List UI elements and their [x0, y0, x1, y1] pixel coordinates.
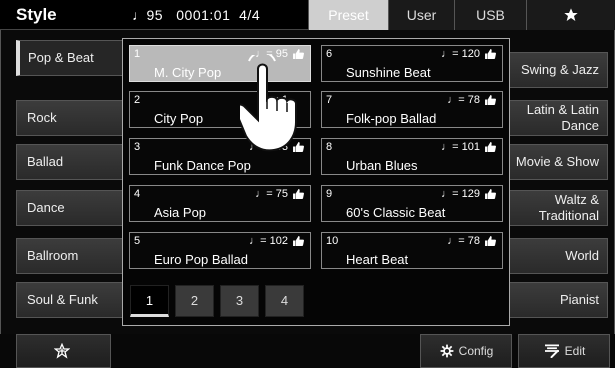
pointing-hand-icon [240, 55, 297, 152]
config-label: Config [458, 344, 494, 358]
add-favorite-button[interactable] [16, 334, 111, 368]
edit-button[interactable]: Edit [518, 334, 610, 368]
thumb-up-icon [485, 95, 496, 105]
category-pop-beat[interactable]: Pop & Beat [16, 40, 124, 76]
header-bar: Style ♩95 0001:01 4/4 Preset User USB [0, 0, 615, 30]
thumb-up-icon [293, 236, 304, 246]
star-outline-icon [53, 343, 70, 359]
status-readout: ♩95 0001:01 4/4 [132, 7, 260, 23]
style-item[interactable]: 7 ♩= 78 Folk-pop Ballad [321, 91, 503, 128]
measure-readout: 0001:01 [176, 7, 231, 23]
style-item[interactable]: 6 ♩= 120 Sunshine Beat [321, 45, 503, 82]
category-ballroom[interactable]: Ballroom [16, 238, 124, 274]
category-ballad[interactable]: Ballad [16, 144, 124, 180]
edit-icon [544, 344, 559, 358]
category-world[interactable]: World [506, 238, 608, 274]
category-soul-funk[interactable]: Soul & Funk [16, 282, 124, 318]
style-item[interactable]: 9 ♩= 129 60's Classic Beat [321, 185, 503, 222]
star-icon [564, 8, 578, 21]
tab-usb[interactable]: USB [454, 0, 526, 30]
category-movie-show[interactable]: Movie & Show [506, 144, 608, 180]
gear-icon [440, 344, 454, 358]
category-waltz-traditional[interactable]: Waltz & Traditional [506, 190, 608, 226]
tempo-readout: ♩95 [132, 7, 164, 23]
category-dance[interactable]: Dance [16, 190, 124, 226]
style-item[interactable]: 5 ♩= 102 Euro Pop Ballad [129, 232, 311, 269]
thumb-up-icon [485, 236, 496, 246]
category-pianist[interactable]: Pianist [506, 282, 608, 318]
thumb-up-icon [293, 189, 304, 199]
bottom-bar: Config Edit [0, 334, 615, 368]
thumb-up-icon [485, 142, 496, 152]
config-button[interactable]: Config [420, 334, 512, 368]
page-button-2[interactable]: 2 [175, 285, 214, 317]
category-rock[interactable]: Rock [16, 100, 124, 136]
category-swing-jazz[interactable]: Swing & Jazz [506, 52, 608, 88]
style-item[interactable]: 10 ♩= 78 Heart Beat [321, 232, 503, 269]
edit-label: Edit [564, 344, 586, 358]
tab-preset[interactable]: Preset [308, 0, 388, 30]
tab-favorites[interactable] [526, 0, 615, 30]
style-item[interactable]: 4 ♩= 75 Asia Pop [129, 185, 311, 222]
thumb-up-icon [485, 49, 496, 59]
page-button-4[interactable]: 4 [265, 285, 304, 317]
time-signature: 4/4 [239, 7, 261, 23]
page-button-3[interactable]: 3 [220, 285, 259, 317]
category-latin-dance[interactable]: Latin & Latin Dance [506, 100, 608, 136]
thumb-up-icon [485, 189, 496, 199]
page-button-1[interactable]: 1 [130, 285, 169, 317]
page-title: Style [16, 5, 57, 24]
style-item[interactable]: 8 ♩= 101 Urban Blues [321, 138, 503, 175]
tab-user[interactable]: User [388, 0, 454, 30]
